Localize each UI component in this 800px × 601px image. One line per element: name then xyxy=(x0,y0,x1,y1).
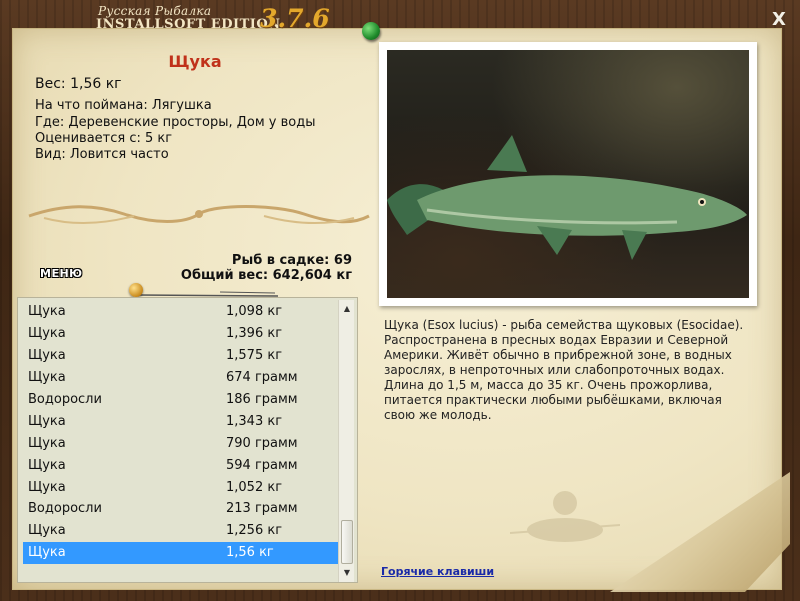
close-button[interactable]: X xyxy=(768,9,790,31)
catch-list-row[interactable]: Водоросли 213 грамм xyxy=(23,498,341,520)
hotkeys-link[interactable]: Горячие клавиши xyxy=(381,565,494,578)
catch-item-name: Щука xyxy=(28,413,66,429)
catch-list-rows: Щука 1,098 кг Щука 1,396 кг Щука 1,575 кг Щука… xyxy=(23,301,341,564)
game-logo: Русская Рыбалка INSTALLSOFT EDITION 3.7.… xyxy=(96,4,330,36)
catch-item-name: Щука xyxy=(28,435,66,451)
catch-list-row[interactable]: Щука 1,396 кг xyxy=(23,323,341,345)
cage-fish-count: Рыб в садке: 69 xyxy=(231,253,352,268)
fisherman-emblem-icon xyxy=(510,491,620,542)
fish-description: Щука (Esox lucius) - рыба семейства щуко… xyxy=(384,318,744,422)
ornament-divider xyxy=(28,205,370,225)
catch-list-row[interactable]: Щука 1,56 кг xyxy=(23,541,341,564)
catch-item-weight: 594 грамм xyxy=(226,457,298,473)
game-title-ru: Русская Рыбалка xyxy=(98,4,212,18)
catch-kind: Вид: Ловится часто xyxy=(35,147,169,162)
catch-weight: Вес: 1,56 кг xyxy=(35,76,122,92)
catch-item-weight: 1,396 кг xyxy=(226,326,283,342)
menu-button[interactable]: МЕНЮ xyxy=(37,267,86,280)
scroll-thumb[interactable] xyxy=(341,520,353,564)
game-edition: INSTALLSOFT EDITION xyxy=(96,17,281,32)
catch-item-name: Щука xyxy=(28,479,66,495)
catch-item-weight: 674 грамм xyxy=(226,370,298,386)
catch-item-name: Водоросли xyxy=(28,392,102,407)
pike-illustration xyxy=(387,135,747,260)
catch-item-weight: 1,098 кг xyxy=(226,304,283,320)
fish-name-title: Щука xyxy=(168,52,222,71)
catch-list-row[interactable]: Щука 1,575 кг xyxy=(23,345,341,367)
catch-item-weight: 1,256 кг xyxy=(226,523,283,539)
catch-item-weight: 1,56 кг xyxy=(226,545,274,561)
catch-rating: Оценивается с: 5 кг xyxy=(35,131,173,146)
catch-item-name: Щука xyxy=(28,348,66,364)
pushpin-icon xyxy=(362,22,380,40)
catch-item-weight: 1,052 кг xyxy=(226,479,283,495)
catch-item-name: Щука xyxy=(28,370,66,386)
catch-item-name: Щука xyxy=(28,545,66,561)
catch-item-weight: 1,575 кг xyxy=(226,348,283,364)
catch-list-row[interactable]: Щука 594 грамм xyxy=(23,454,341,476)
catch-list-row[interactable]: Водоросли 186 грамм xyxy=(23,389,341,411)
catch-list-row[interactable]: Щука 1,098 кг xyxy=(23,301,341,323)
catch-item-weight: 790 грамм xyxy=(226,435,298,451)
list-scrollbar[interactable]: ▲ ▼ xyxy=(338,300,354,582)
catch-item-weight: 213 грамм xyxy=(226,501,298,517)
catch-bait: На что поймана: Лягушка xyxy=(35,98,212,113)
catch-list-row[interactable]: Щука 790 грамм xyxy=(23,432,341,454)
catch-item-name: Щука xyxy=(28,457,66,473)
catch-item-name: Щука xyxy=(28,523,66,539)
catch-item-name: Щука xyxy=(28,304,66,320)
catch-list-row[interactable]: Щука 1,343 кг xyxy=(23,410,341,432)
catch-list-row[interactable]: Щука 674 грамм xyxy=(23,367,341,389)
game-version: 3.7.6 xyxy=(260,4,330,33)
catch-list-row[interactable]: Щука 1,256 кг xyxy=(23,520,341,542)
fish-photo xyxy=(387,50,749,298)
catch-location: Где: Деревенские просторы, Дом у воды xyxy=(35,115,316,130)
slider-knob[interactable] xyxy=(129,283,143,297)
scroll-up-arrow-icon[interactable]: ▲ xyxy=(339,302,355,316)
catch-item-name: Водоросли xyxy=(28,501,102,517)
catch-list: Щука 1,098 кг Щука 1,396 кг Щука 1,575 кг Щука… xyxy=(17,297,358,583)
catch-item-weight: 186 грамм xyxy=(226,392,298,407)
catch-item-name: Щука xyxy=(28,326,66,342)
scroll-down-arrow-icon[interactable]: ▼ xyxy=(339,566,355,580)
catch-item-weight: 1,343 кг xyxy=(226,413,283,429)
cage-total-weight: Общий вес: 642,604 кг xyxy=(180,268,352,283)
catch-list-row[interactable]: Щука 1,052 кг xyxy=(23,476,341,498)
